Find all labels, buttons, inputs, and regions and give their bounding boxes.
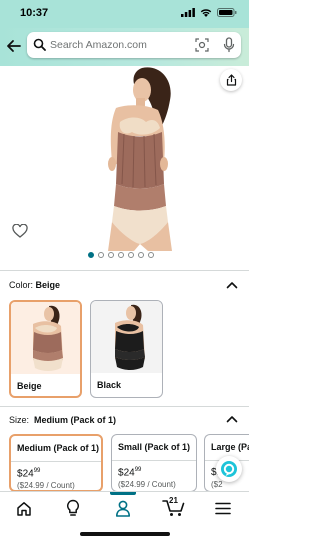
- lightbulb-icon: [67, 499, 79, 516]
- size-label: Size:: [9, 415, 30, 425]
- pagination-dot[interactable]: [108, 252, 114, 258]
- tab-account[interactable]: [111, 498, 135, 518]
- wifi-icon: [200, 9, 212, 17]
- color-label: Color:: [9, 280, 34, 290]
- size-card-divider: [112, 460, 196, 461]
- signal-icon: [181, 8, 195, 17]
- product-image: [108, 67, 172, 251]
- product-image-gallery[interactable]: [0, 66, 249, 266]
- heart-icon: [12, 223, 28, 238]
- size-option-unit-price: ($24.99 / Count): [118, 480, 176, 489]
- microphone-icon[interactable]: [223, 37, 235, 53]
- divider: [0, 270, 249, 271]
- color-option-beige[interactable]: Beige: [9, 300, 82, 398]
- status-icons: [181, 8, 237, 17]
- back-arrow-icon: [7, 40, 21, 52]
- active-tab-indicator: [110, 492, 136, 495]
- price-dollars: 24: [22, 468, 34, 480]
- search-input[interactable]: [50, 35, 190, 55]
- color-swatch-image: [91, 301, 162, 373]
- black-swatch-image: [115, 304, 145, 370]
- size-option-price: $2499: [118, 467, 142, 479]
- divider: [0, 406, 249, 407]
- pagination-dot[interactable]: [118, 252, 124, 258]
- pagination-dot[interactable]: [88, 252, 94, 258]
- size-option-title: Large (Pa: [211, 442, 249, 452]
- menu-icon: [215, 502, 231, 514]
- tab-cart[interactable]: 21: [160, 496, 188, 518]
- wishlist-button[interactable]: [12, 223, 28, 243]
- battery-icon: [217, 8, 237, 17]
- size-option-price: $2499: [17, 468, 41, 480]
- alexa-icon: [221, 461, 237, 477]
- color-option-label: Black: [97, 380, 122, 390]
- size-option-unit-price: ($2: [211, 480, 223, 489]
- search-box[interactable]: [27, 32, 241, 58]
- pagination-dot[interactable]: [148, 252, 154, 258]
- beige-swatch-image: [33, 305, 63, 371]
- account-icon: [116, 500, 130, 517]
- cart-count-badge: 21: [169, 496, 178, 505]
- tab-inspire[interactable]: [61, 498, 85, 518]
- size-selector-header[interactable]: Size: Medium (Pack of 1): [9, 415, 116, 425]
- camera-scan-icon[interactable]: [195, 38, 209, 52]
- back-button[interactable]: [5, 37, 23, 55]
- home-icon: [17, 501, 31, 516]
- color-selector-header[interactable]: Color: Beige: [9, 280, 60, 290]
- size-option-medium[interactable]: Medium (Pack of 1) $2499 ($24.99 / Count…: [9, 434, 103, 492]
- tab-home[interactable]: [12, 498, 36, 518]
- share-icon: [226, 74, 236, 86]
- price-cents: 99: [33, 468, 41, 474]
- color-option-black[interactable]: Black: [90, 300, 163, 398]
- pagination-dot[interactable]: [98, 252, 104, 258]
- alexa-button[interactable]: [216, 456, 242, 482]
- tab-menu[interactable]: [211, 498, 235, 518]
- color-swatch-image: [11, 302, 80, 374]
- chevron-up-icon[interactable]: [226, 415, 238, 423]
- size-card-divider: [11, 461, 101, 462]
- size-option-title: Medium (Pack of 1): [17, 443, 100, 453]
- home-indicator: [80, 532, 170, 536]
- size-option-unit-price: ($24.99 / Count): [17, 481, 75, 490]
- color-selected-value: Beige: [35, 280, 61, 290]
- status-bar: 10:37: [0, 0, 249, 28]
- search-icon: [33, 38, 46, 51]
- share-button[interactable]: [220, 69, 242, 91]
- search-header: [0, 28, 249, 66]
- image-pagination-dots[interactable]: [88, 252, 154, 258]
- price-dollars: 24: [123, 467, 135, 479]
- pagination-dot[interactable]: [128, 252, 134, 258]
- status-time: 10:37: [20, 7, 49, 19]
- size-option-title: Small (Pack of 1): [118, 442, 191, 452]
- chevron-up-icon[interactable]: [226, 281, 238, 289]
- color-option-label: Beige: [17, 381, 42, 391]
- pagination-dot[interactable]: [138, 252, 144, 258]
- size-option-small[interactable]: Small (Pack of 1) $2499 ($24.99 / Count): [111, 434, 197, 492]
- price-cents: 99: [134, 467, 142, 473]
- size-selected-value: Medium (Pack of 1): [34, 415, 117, 425]
